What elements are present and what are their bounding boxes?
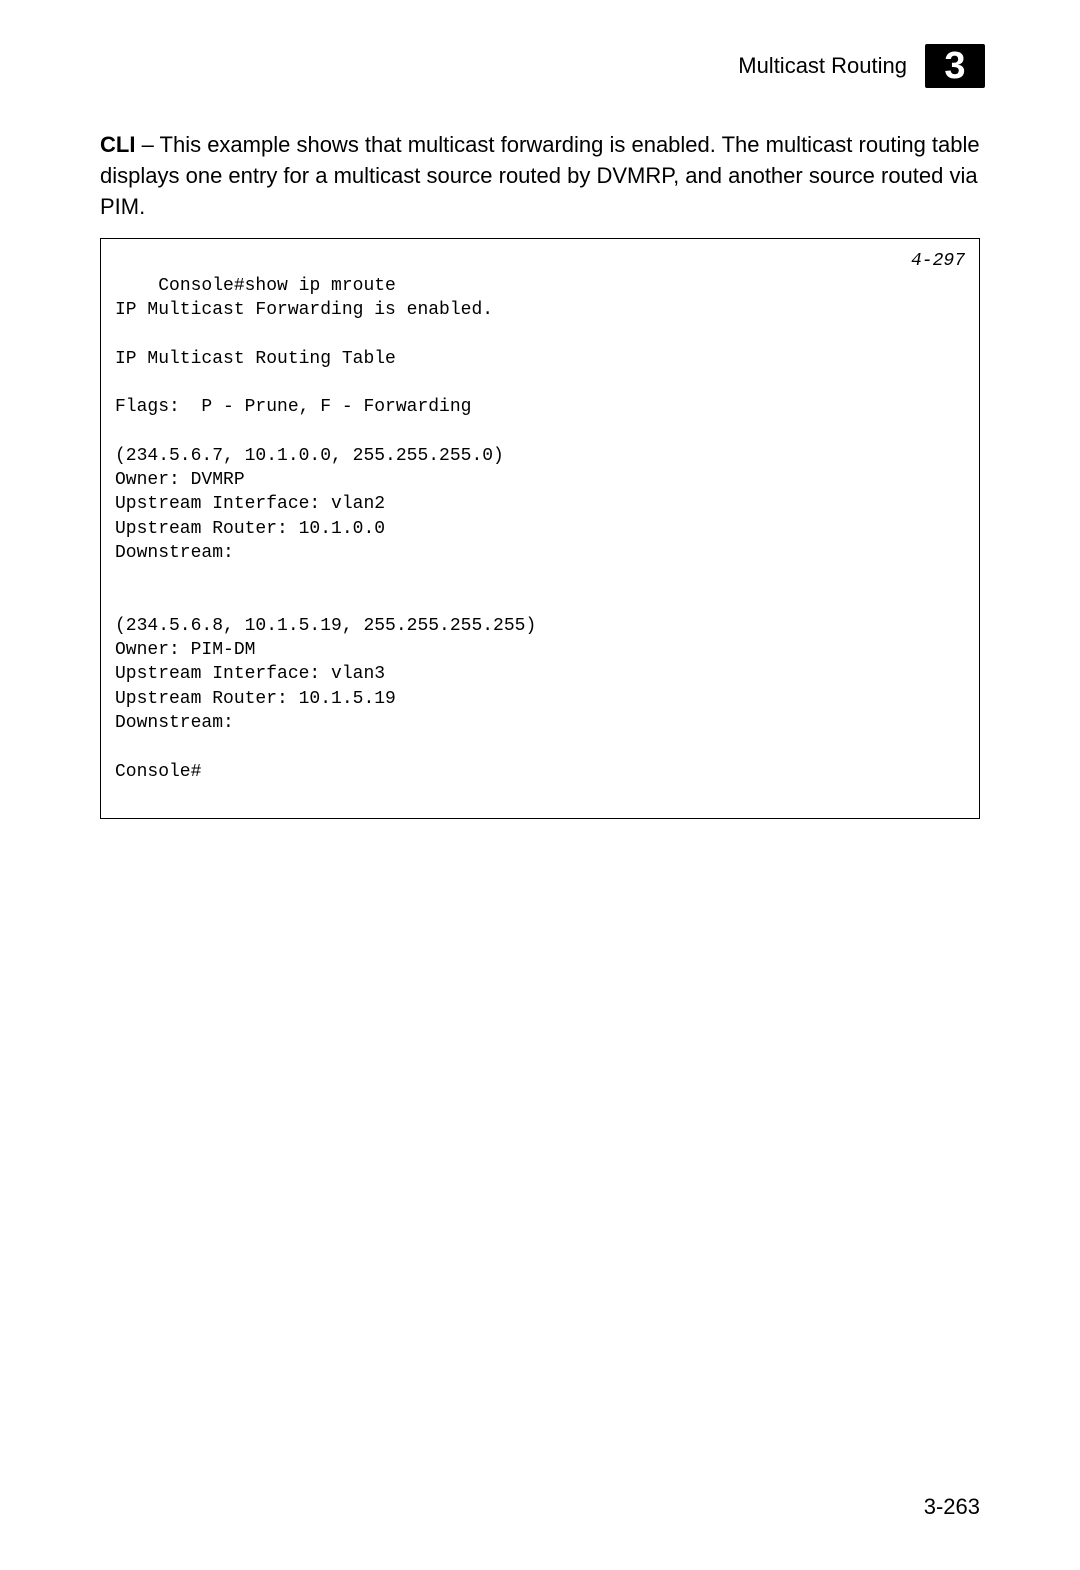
code-lines: Console#show ip mroute IP Multicast Forw… [115,276,536,782]
cli-paragraph: CLI – This example shows that multicast … [100,130,980,222]
page-header: Multicast Routing 3 [738,44,985,88]
paragraph-text: – This example shows that multicast forw… [100,132,980,219]
header-title: Multicast Routing [738,53,907,79]
page-content: CLI – This example shows that multicast … [100,130,980,819]
chapter-number: 3 [944,45,965,88]
chapter-badge: 3 [925,44,985,88]
code-reference: 4-297 [911,249,965,273]
page-number: 3-263 [924,1494,980,1520]
cli-label: CLI [100,132,135,157]
code-block: 4-297 Console#show ip mroute IP Multicast… [100,238,980,819]
